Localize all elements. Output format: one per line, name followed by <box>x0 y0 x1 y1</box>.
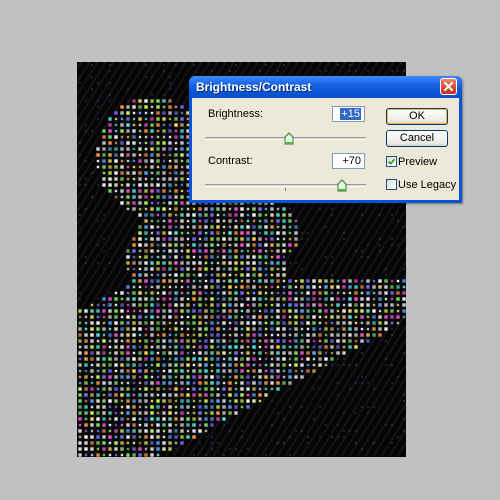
checkmark-icon <box>388 158 395 165</box>
use-legacy-checkbox[interactable] <box>386 179 397 190</box>
dialog-title-bar[interactable]: Brightness/Contrast <box>189 76 462 98</box>
brightness-slider-thumb-icon[interactable] <box>284 132 294 145</box>
preview-label: Preview <box>398 156 438 168</box>
brightness-input[interactable]: +15 <box>332 106 365 122</box>
contrast-input[interactable]: +70 <box>332 153 365 169</box>
preview-checkbox[interactable] <box>386 156 397 167</box>
brightness-value: +15 <box>340 108 361 120</box>
close-button[interactable] <box>440 78 457 95</box>
brightness-contrast-dialog: Brightness/Contrast Brightness: +15 Cont… <box>189 76 462 203</box>
use-legacy-label: Use Legacy <box>398 179 457 191</box>
brightness-label: Brightness: <box>208 108 264 120</box>
dialog-body: Brightness: +15 Contrast: +70 OK Cancel … <box>192 98 459 200</box>
contrast-label: Contrast: <box>208 155 253 167</box>
contrast-slider-thumb-icon[interactable] <box>337 179 347 192</box>
dialog-title: Brightness/Contrast <box>196 80 312 94</box>
ok-button[interactable]: OK <box>386 108 448 125</box>
contrast-slider-tick <box>285 188 286 191</box>
cancel-button[interactable]: Cancel <box>386 130 448 147</box>
contrast-value: +70 <box>342 155 361 167</box>
close-icon <box>444 82 453 91</box>
